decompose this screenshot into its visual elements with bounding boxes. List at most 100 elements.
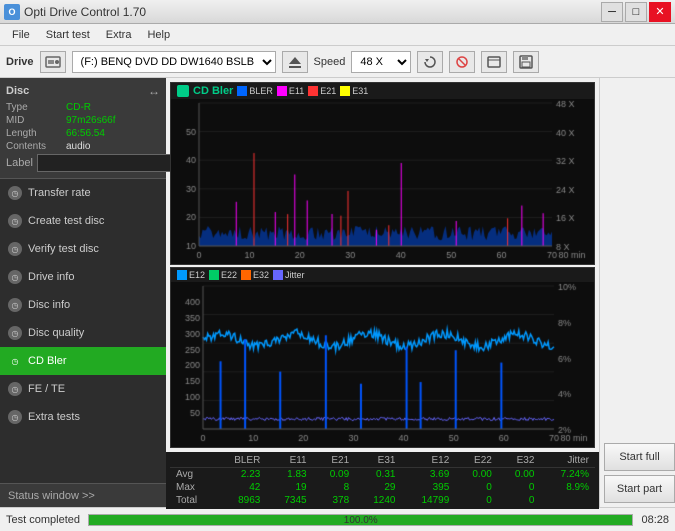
- sidebar-item-cd-bler[interactable]: ◷ CD Bler: [0, 347, 166, 375]
- disc-length-value: 66:56.54: [66, 128, 105, 139]
- window-controls: ─ □ ✕: [601, 2, 671, 22]
- table-header-row: BLER E11 E21 E31 E12 E22 E32 Jitter: [170, 454, 595, 468]
- sidebar: Disc ↔ Type CD-R MID 97m26s66f Length 66…: [0, 78, 166, 507]
- chart2-title-bar: E12 E22 E32 Jitter: [171, 268, 594, 282]
- row-max-label: Max: [170, 481, 215, 494]
- drive-label: Drive: [6, 56, 34, 68]
- col-header-label: [170, 454, 215, 468]
- disc-label-label: Label: [6, 157, 33, 169]
- eject-button[interactable]: [282, 51, 308, 73]
- close-button[interactable]: ✕: [649, 2, 671, 22]
- window-title: Opti Drive Control 1.70: [24, 5, 146, 19]
- cd-bler-icon: ◷: [8, 354, 22, 368]
- drive-select[interactable]: (F:) BENQ DVD DD DW1640 BSLB: [72, 51, 276, 73]
- disc-length-label: Length: [6, 128, 66, 139]
- menu-extra[interactable]: Extra: [98, 27, 140, 43]
- col-header-bler: BLER: [215, 454, 267, 468]
- legend-e11: E11: [277, 86, 304, 96]
- verify-test-disc-icon: ◷: [8, 242, 22, 256]
- transfer-rate-icon: ◷: [8, 186, 22, 200]
- row-max-jitter: 8.9%: [540, 481, 595, 494]
- sidebar-item-label: Transfer rate: [28, 187, 91, 199]
- col-header-e12: E12: [401, 454, 455, 468]
- legend-e12-dot: [177, 270, 187, 280]
- menu-start-test[interactable]: Start test: [38, 27, 98, 43]
- chart1-title: CD Bler: [193, 85, 233, 97]
- sidebar-item-label: Drive info: [28, 271, 74, 283]
- disc-panel: Disc ↔ Type CD-R MID 97m26s66f Length 66…: [0, 78, 166, 179]
- chart2-container: E12 E22 E32 Jitter: [170, 267, 595, 448]
- minimize-button[interactable]: ─: [601, 2, 623, 22]
- row-avg-e12: 3.69: [401, 468, 455, 482]
- content-area: CD Bler BLER E11 E21: [166, 78, 675, 507]
- sidebar-item-disc-quality[interactable]: ◷ Disc quality: [0, 319, 166, 347]
- data-table: BLER E11 E21 E31 E12 E22 E32 Jitter Avg: [170, 454, 595, 507]
- app-icon: O: [4, 4, 20, 20]
- sidebar-item-label: Extra tests: [28, 411, 80, 423]
- start-part-button[interactable]: Start part: [604, 475, 675, 503]
- status-bar: Test completed 100.0% 08:28: [0, 507, 675, 531]
- col-header-e22: E22: [455, 454, 498, 468]
- table-row: Total 8963 7345 378 1240 14799 0 0: [170, 494, 595, 507]
- row-avg-bler: 2.23: [215, 468, 267, 482]
- row-total-bler: 8963: [215, 494, 267, 507]
- row-max-e31: 29: [355, 481, 401, 494]
- sidebar-item-verify-test-disc[interactable]: ◷ Verify test disc: [0, 235, 166, 263]
- start-full-button[interactable]: Start full: [604, 443, 675, 471]
- data-table-area: BLER E11 E21 E31 E12 E22 E32 Jitter Avg: [166, 452, 599, 509]
- menu-help[interactable]: Help: [139, 27, 178, 43]
- row-avg-e22: 0.00: [455, 468, 498, 482]
- sidebar-item-label: CD Bler: [28, 355, 67, 367]
- menu-file[interactable]: File: [4, 27, 38, 43]
- row-total-e31: 1240: [355, 494, 401, 507]
- drive-info-icon: ◷: [8, 270, 22, 284]
- disc-type-label: Type: [6, 102, 66, 113]
- row-total-jitter: [540, 494, 595, 507]
- row-avg-jitter: 7.24%: [540, 468, 595, 482]
- speed-select[interactable]: 48 X: [351, 51, 411, 73]
- row-avg-e21: 0.09: [313, 468, 356, 482]
- chart1-canvas: [171, 99, 592, 264]
- settings-button[interactable]: [481, 51, 507, 73]
- disc-arrow-icon[interactable]: ↔: [148, 84, 160, 98]
- fe-te-icon: ◷: [8, 382, 22, 396]
- refresh-button[interactable]: [417, 51, 443, 73]
- row-max-e22: 0: [455, 481, 498, 494]
- status-window-toggle[interactable]: Status window >>: [0, 483, 166, 507]
- time-display: 08:28: [641, 514, 669, 526]
- menu-bar: File Start test Extra Help: [0, 24, 675, 46]
- disc-quality-icon: ◷: [8, 326, 22, 340]
- sidebar-item-disc-info[interactable]: ◷ Disc info: [0, 291, 166, 319]
- sidebar-item-create-test-disc[interactable]: ◷ Create test disc: [0, 207, 166, 235]
- erase-button[interactable]: [449, 51, 475, 73]
- row-total-e22: 0: [455, 494, 498, 507]
- progress-container: 100.0%: [88, 514, 633, 526]
- row-max-e32: 0: [498, 481, 541, 494]
- legend-bler-dot: [237, 86, 247, 96]
- charts-area: CD Bler BLER E11 E21: [166, 78, 599, 452]
- chart1-container: CD Bler BLER E11 E21: [170, 82, 595, 265]
- sidebar-item-transfer-rate[interactable]: ◷ Transfer rate: [0, 179, 166, 207]
- sidebar-item-extra-tests[interactable]: ◷ Extra tests: [0, 403, 166, 431]
- row-avg-e32: 0.00: [498, 468, 541, 482]
- row-max-e21: 8: [313, 481, 356, 494]
- disc-panel-title: Disc: [6, 85, 29, 97]
- col-header-e21: E21: [313, 454, 356, 468]
- title-bar: O Opti Drive Control 1.70 ─ □ ✕: [0, 0, 675, 24]
- sidebar-item-fe-te[interactable]: ◷ FE / TE: [0, 375, 166, 403]
- save-button[interactable]: [513, 51, 539, 73]
- chart2-canvas: [171, 282, 594, 447]
- maximize-button[interactable]: □: [625, 2, 647, 22]
- row-max-bler: 42: [215, 481, 267, 494]
- sidebar-item-drive-info[interactable]: ◷ Drive info: [0, 263, 166, 291]
- disc-mid-value: 97m26s66f: [66, 115, 115, 126]
- status-text: Test completed: [6, 514, 80, 526]
- sidebar-item-label: Create test disc: [28, 215, 104, 227]
- legend-e31-dot: [340, 86, 350, 96]
- row-avg-label: Avg: [170, 468, 215, 482]
- col-header-e32: E32: [498, 454, 541, 468]
- col-header-e31: E31: [355, 454, 401, 468]
- disc-label-input[interactable]: [37, 154, 175, 172]
- legend-e22: E22: [209, 270, 237, 280]
- legend-e22-dot: [209, 270, 219, 280]
